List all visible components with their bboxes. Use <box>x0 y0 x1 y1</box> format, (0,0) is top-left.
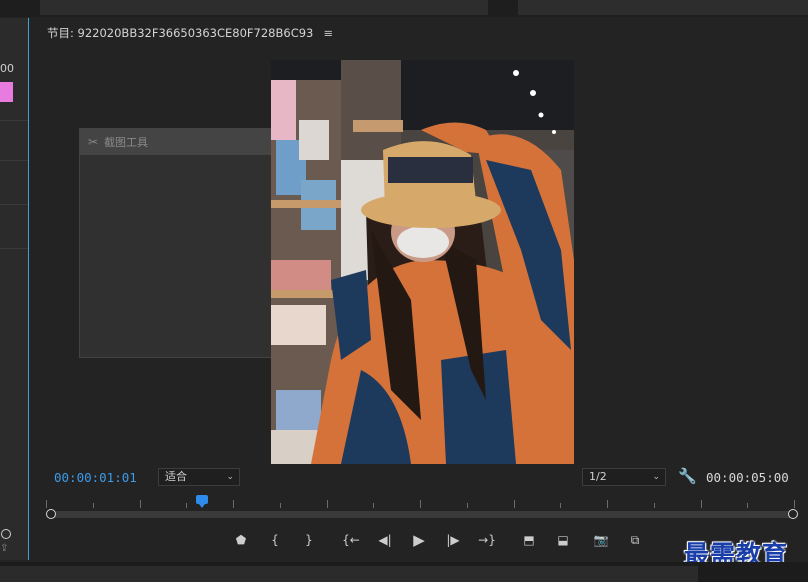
extract-icon: ⬓ <box>557 533 569 547</box>
source-panel-edge[interactable]: 00 ⇪ <box>0 18 29 560</box>
left-panel-timecode: 00 <box>0 62 14 75</box>
zoom-scroll-bar[interactable] <box>46 509 798 519</box>
top-panel-tab-area <box>40 0 488 15</box>
zoom-level-select[interactable]: 适合 ⌄ <box>158 468 240 486</box>
ruler-tick <box>140 500 141 508</box>
scroll-end-knob-icon[interactable] <box>788 509 798 519</box>
camera-icon: 📷 <box>593 533 609 547</box>
ruler-tick <box>794 500 795 508</box>
program-video-frame[interactable] <box>271 60 574 464</box>
bottom-panel-tab-area <box>0 566 698 582</box>
duration-timecode: 00:00:05:00 <box>706 470 789 485</box>
bottom-panel-strip <box>0 562 808 582</box>
ruler-tick <box>747 503 748 508</box>
export-icon[interactable]: ⇪ <box>0 543 8 554</box>
top-panel-tab-area-right <box>518 0 808 15</box>
comparison-view-button[interactable]: ⧉ <box>624 530 646 550</box>
sequence-title: 节目: 922020BB32F36650363CE80F728B6C93 <box>47 26 314 40</box>
go-to-out-icon: →} <box>478 533 496 547</box>
export-frame-button[interactable]: 📷 <box>590 530 612 550</box>
lift-button[interactable]: ⬒ <box>518 530 540 550</box>
screenshot-tool-window[interactable]: ✂ 截图工具 <box>79 128 301 358</box>
mark-in-button[interactable]: { <box>264 530 286 550</box>
panel-title[interactable]: 节目: 922020BB32F36650363CE80F728B6C93 ≡ <box>47 25 333 41</box>
screenshot-tool-header[interactable]: ✂ 截图工具 <box>80 129 300 155</box>
ruler-tick <box>93 503 94 508</box>
ruler-tick <box>607 500 608 508</box>
scroll-start-knob-icon[interactable] <box>46 509 56 519</box>
ruler-tick <box>560 503 561 508</box>
ruler-tick <box>420 500 421 508</box>
divider <box>0 248 28 249</box>
step-back-button[interactable]: ◀| <box>374 530 396 550</box>
mark-in-icon: { <box>271 533 279 547</box>
step-forward-button[interactable]: |▶ <box>442 530 464 550</box>
go-to-in-button[interactable]: {← <box>340 530 362 550</box>
chevron-down-icon: ⌄ <box>652 472 660 482</box>
ruler-tick <box>327 500 328 508</box>
ruler-tick <box>654 503 655 508</box>
playhead-icon[interactable] <box>196 495 208 508</box>
divider <box>0 160 28 161</box>
step-back-icon: ◀| <box>378 533 392 547</box>
ruler-tick <box>186 503 187 508</box>
mark-out-icon: } <box>305 533 313 547</box>
ruler-tick <box>280 503 281 508</box>
comparison-view-icon: ⧉ <box>630 532 640 547</box>
step-forward-icon: |▶ <box>446 533 460 547</box>
playback-resolution-value: 1/2 <box>589 470 607 483</box>
ruler-tick <box>233 500 234 508</box>
divider <box>0 120 28 121</box>
time-ruler[interactable] <box>46 492 795 508</box>
chevron-down-icon: ⌄ <box>226 472 234 482</box>
playback-resolution-select[interactable]: 1/2 ⌄ <box>582 468 666 486</box>
program-monitor-panel: 节目: 922020BB32F36650363CE80F728B6C93 ≡ ✂ … <box>30 18 808 560</box>
clip-color-swatch <box>0 82 13 102</box>
add-marker-button[interactable]: ⬟ <box>230 530 252 550</box>
hamburger-icon[interactable]: ≡ <box>323 26 333 40</box>
divider <box>0 204 28 205</box>
wrench-icon[interactable]: 🔧 <box>678 467 697 485</box>
top-panel-strip <box>0 0 808 17</box>
lift-icon: ⬒ <box>523 533 535 547</box>
screenshot-tool-title: 截图工具 <box>104 136 149 149</box>
go-to-out-button[interactable]: →} <box>476 530 498 550</box>
current-timecode[interactable]: 00:00:01:01 <box>54 470 137 485</box>
extract-button[interactable]: ⬓ <box>552 530 574 550</box>
scissors-icon: ✂ <box>88 135 99 149</box>
ruler-tick <box>373 503 374 508</box>
ruler-tick <box>701 500 702 508</box>
play-button[interactable]: ▶ <box>408 530 430 550</box>
scrub-end-knob-icon[interactable] <box>1 529 11 539</box>
mark-out-button[interactable]: } <box>298 530 320 550</box>
ruler-tick <box>46 500 47 508</box>
ruler-tick <box>467 503 468 508</box>
ruler-tick <box>514 500 515 508</box>
play-icon: ▶ <box>413 531 425 549</box>
go-to-in-icon: {← <box>342 533 360 547</box>
marker-icon: ⬟ <box>235 533 247 547</box>
zoom-level-value: 适合 <box>165 470 187 483</box>
